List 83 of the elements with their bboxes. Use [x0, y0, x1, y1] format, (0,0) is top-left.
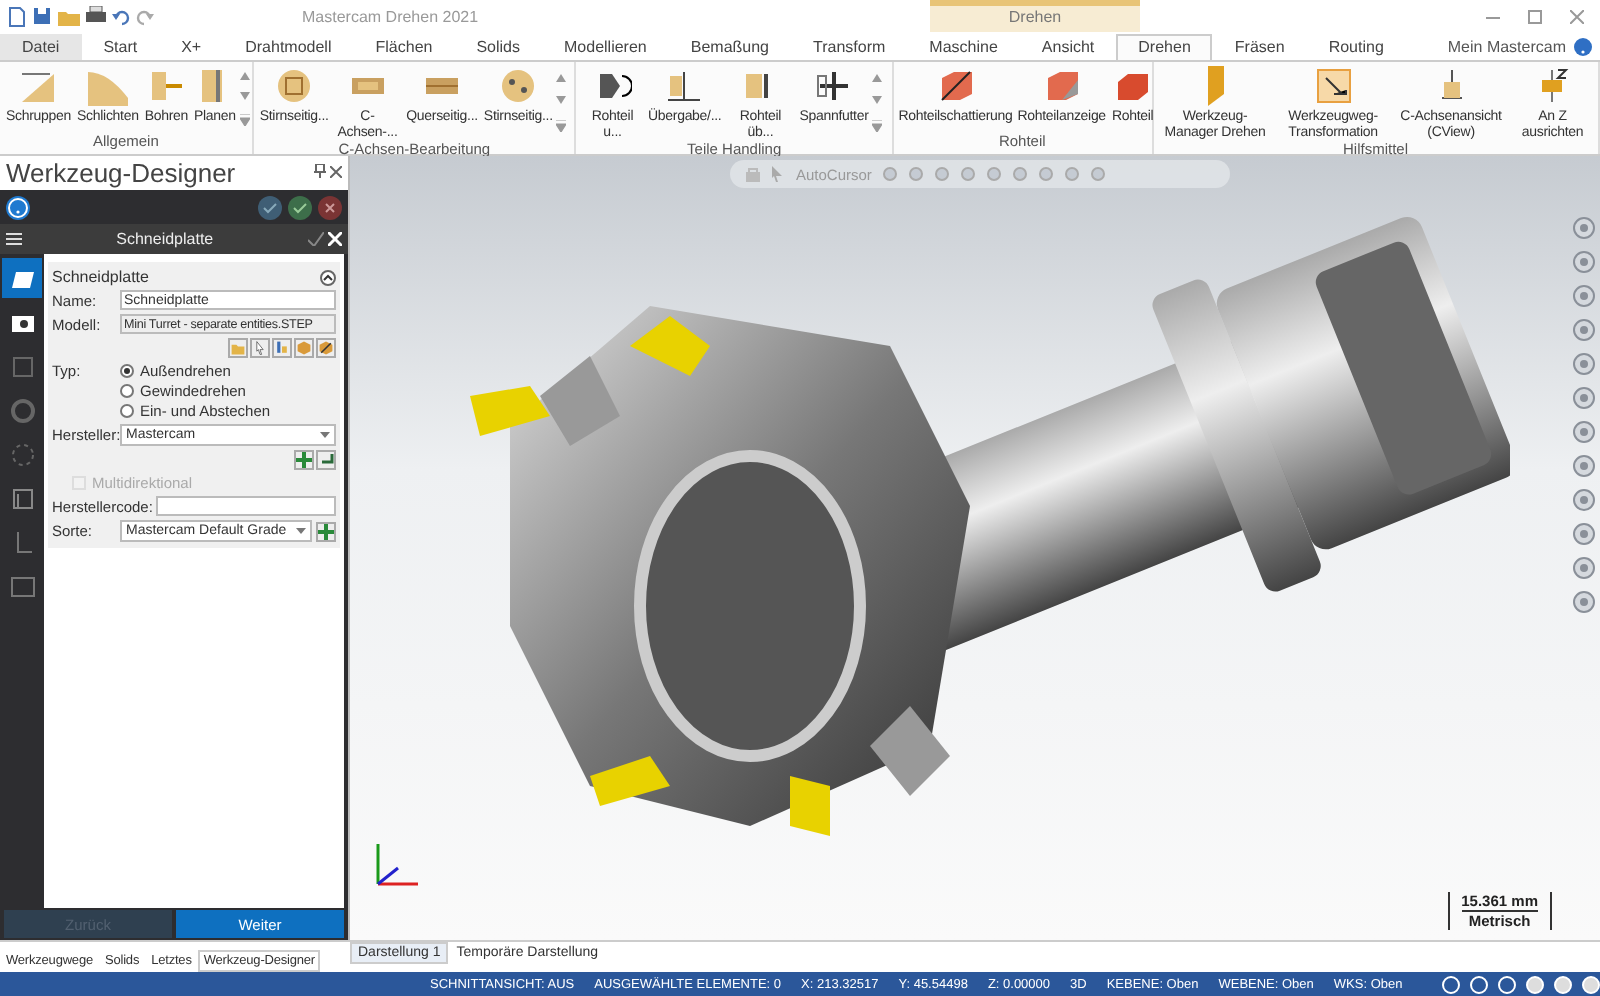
view-tool-icon[interactable] [1572, 284, 1596, 308]
view-tool-icon[interactable] [1572, 488, 1596, 512]
scroll-up-icon[interactable] [239, 72, 250, 81]
view-tool-icon[interactable] [1572, 522, 1596, 546]
view-tool-icon[interactable] [1572, 590, 1596, 614]
scroll-up-icon[interactable] [556, 73, 567, 82]
view-tool-icon[interactable] [1572, 454, 1596, 478]
ribbon-tab[interactable]: Solids [454, 34, 543, 60]
tool-step-icon [7, 439, 37, 469]
dropdown-caret-icon [296, 528, 306, 534]
lock-icon[interactable] [746, 166, 760, 182]
scroll-down-icon[interactable] [872, 96, 883, 105]
add-button[interactable] [316, 521, 336, 541]
printer-icon[interactable] [86, 6, 106, 26]
manufacturer-code-field[interactable] [156, 496, 336, 516]
cursor-icon [252, 338, 268, 358]
menu-icon[interactable] [6, 232, 22, 246]
view-tool-icon[interactable] [1572, 318, 1596, 342]
disc-icon [498, 66, 539, 106]
account-link[interactable]: Mein Mastercam [1447, 38, 1566, 56]
model-tool-button[interactable] [316, 338, 336, 358]
tool-step-icon [7, 395, 37, 425]
plus-icon [318, 523, 334, 539]
panel-title: Werkzeug-Designer [6, 158, 236, 188]
section-title: Schneidplatte [52, 268, 149, 286]
ribbon-tab[interactable]: Transform [791, 34, 908, 60]
cancel-icon[interactable] [318, 195, 342, 219]
ribbon-tab[interactable]: Routing [1306, 34, 1406, 60]
apply-icon[interactable] [258, 195, 282, 219]
ribbon-tab[interactable]: Start [81, 34, 160, 60]
ribbon-tab[interactable]: Drahtmodell [223, 34, 354, 60]
edit-button[interactable] [316, 450, 336, 470]
view-tool-icon[interactable] [1572, 386, 1596, 410]
tool-step-icon [7, 483, 37, 513]
view-tool-icon[interactable] [1572, 352, 1596, 376]
expand-icon[interactable] [872, 120, 883, 133]
undo-icon[interactable] [112, 7, 130, 25]
transform-icon [1313, 66, 1354, 106]
view-tool-icon[interactable] [1572, 420, 1596, 444]
close-icon[interactable] [330, 166, 342, 178]
drill-icon [146, 66, 187, 106]
window-title: Mastercam Drehen 2021 [302, 7, 481, 25]
expand-icon[interactable] [239, 113, 250, 126]
save-icon[interactable] [32, 6, 52, 26]
tool-step-icon [7, 571, 37, 601]
cube-icon [296, 338, 312, 358]
model-tool-button[interactable] [272, 338, 292, 358]
slope-icon [87, 66, 128, 106]
new-file-icon[interactable] [8, 5, 26, 27]
expand-icon[interactable] [556, 120, 567, 133]
ribbon-tab[interactable]: Ansicht [1019, 34, 1117, 60]
crosshair-icon [813, 66, 854, 106]
redo-icon[interactable] [136, 7, 154, 25]
view-tool-icon[interactable] [1572, 556, 1596, 580]
view-tool-icon[interactable] [1572, 250, 1596, 274]
ribbon-tab[interactable]: Maschine [907, 34, 1020, 60]
add-button[interactable] [294, 450, 314, 470]
context-tab-label: Drehen [930, 0, 1140, 32]
ribbon-tab[interactable]: Modellieren [542, 34, 669, 60]
disc-icon [274, 66, 315, 106]
cube-icon [318, 338, 334, 358]
collapse-icon[interactable] [320, 269, 336, 285]
pin-icon[interactable] [314, 164, 327, 178]
plus-icon [296, 452, 312, 468]
ok-icon[interactable] [288, 195, 312, 219]
dropdown-caret-icon [320, 432, 330, 438]
ribbon-tab[interactable]: X+ [159, 34, 224, 60]
step-title: Schneidplatte [114, 230, 216, 248]
ribbon-tab[interactable]: Bemaßung [668, 34, 792, 60]
cursor-icon[interactable] [770, 166, 786, 182]
tool-step-icon [7, 351, 37, 381]
scroll-up-icon[interactable] [872, 73, 883, 82]
view-tool-icon[interactable] [1572, 216, 1596, 240]
maximize-icon[interactable] [1528, 9, 1542, 23]
tool-icon [274, 338, 290, 358]
ribbon-tab[interactable]: Drehen [1116, 34, 1213, 60]
ribbon-tab[interactable]: Fräsen [1212, 34, 1307, 60]
ribbon-tab[interactable]: Datei [0, 34, 82, 60]
scroll-down-icon[interactable] [556, 96, 567, 105]
model-tool-button[interactable] [250, 338, 270, 358]
check-icon[interactable] [307, 232, 324, 246]
scroll-down-icon[interactable] [239, 92, 250, 101]
ribbon-tab[interactable]: Flächen [353, 34, 455, 60]
